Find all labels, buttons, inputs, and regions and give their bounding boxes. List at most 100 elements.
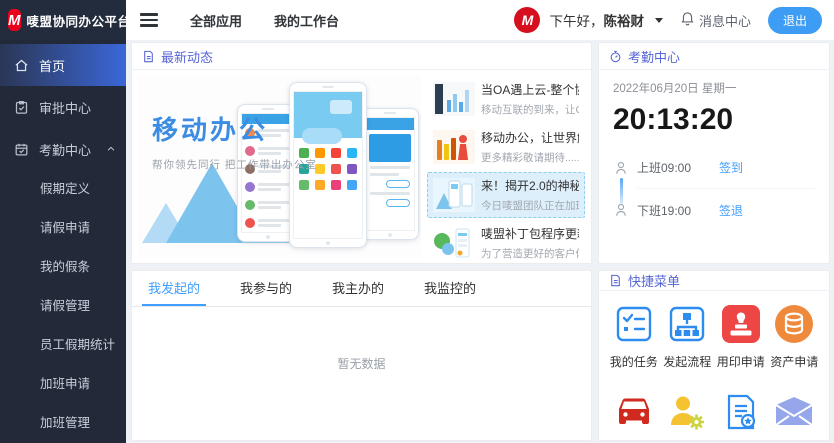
quick-item-my-tasks[interactable]: 我的任务 [607, 304, 661, 370]
person-icon [613, 160, 637, 176]
message-center-link[interactable]: 消息中心 [680, 11, 751, 30]
attendance-panel-header: 考勤中心 [599, 43, 829, 70]
check-in-row: 上班09:00 签到 [613, 147, 815, 189]
sidebar-item-label: 首页 [39, 56, 65, 75]
quick-item-meeting-apply[interactable]: 会议申请 [661, 392, 715, 441]
news-thumbnail [433, 130, 475, 164]
stamp-icon [720, 304, 762, 344]
news-title: 移动办公，让世界触手可 [481, 129, 579, 146]
brand-block: M 唛盟协同办公平台 [0, 0, 126, 40]
message-center-label: 消息中心 [699, 11, 751, 30]
header-right: M 下午好，陈裕财 消息中心 退出 [514, 0, 834, 40]
right-column: 考勤中心 2022年06月20日 星期一 20:13:20 上班09:00 签到 [598, 42, 830, 441]
quick-item-new-mail[interactable]: 新建邮件 [768, 392, 822, 441]
avatar[interactable]: M [514, 7, 540, 33]
check-in-link[interactable]: 签到 [719, 159, 743, 176]
quick-menu-grid: 我的任务 发起流程 用印申请 资产申请 [599, 291, 829, 441]
document-icon [609, 274, 622, 287]
news-body: 移动办公 帮你领先同行 把工作带出办公室 [132, 70, 591, 263]
sidebar: 首页 审批中心 考勤中心 假期定义 请假申请 我的假条 请假管理 员工假期统计 … [0, 40, 126, 443]
tab-hosted-by-me[interactable]: 我主办的 [332, 271, 384, 306]
banner-headline: 移动办公 [152, 110, 421, 147]
quick-item-label: 发起流程 [663, 353, 711, 370]
bell-icon [680, 11, 695, 29]
check-out-row: 下班19:00 签退 [613, 189, 815, 231]
greeting-text: 下午好，陈裕财 [549, 10, 644, 30]
news-panel-header: 最新动态 [132, 43, 591, 70]
menu-toggle-icon[interactable] [140, 13, 158, 27]
sidebar-sub-staff-holiday-stats[interactable]: 员工假期统计 [0, 326, 126, 365]
news-thumbnail [433, 226, 475, 260]
news-item-active[interactable]: 来！揭开2.0的神秘面纱- 今日唛盟团队正在加班加点， [427, 172, 585, 218]
sidebar-sub-overtime-apply[interactable]: 加班申请 [0, 365, 126, 404]
sidebar-sub-my-leave[interactable]: 我的假条 [0, 248, 126, 287]
quick-item-new-contract[interactable]: 新建合同 [714, 392, 768, 441]
asset-icon [773, 304, 815, 344]
sidebar-sub-leave-apply[interactable]: 请假申请 [0, 209, 126, 248]
check-in-label: 上班09:00 [637, 159, 691, 176]
attendance-panel-title: 考勤中心 [628, 47, 680, 66]
car-icon [613, 392, 655, 432]
clipboard-check-icon [14, 100, 29, 115]
check-out-link[interactable]: 签退 [719, 202, 743, 219]
quick-item-label: 用印申请 [717, 353, 765, 370]
quick-item-start-flow[interactable]: 发起流程 [661, 304, 715, 370]
sidebar-item-home[interactable]: 首页 [0, 44, 126, 86]
person-icon [613, 202, 637, 218]
quick-item-seal-apply[interactable]: 用印申请 [714, 304, 768, 370]
news-title: 来！揭开2.0的神秘面纱- [481, 177, 579, 194]
quick-menu-panel: 快捷菜单 我的任务 发起流程 用印申请 [598, 270, 830, 441]
chevron-up-icon [106, 144, 116, 154]
news-desc: 移动互联的到来，让OA与云 [481, 102, 579, 117]
quick-item-label: 资产申请 [770, 353, 818, 370]
news-title: 当OA遇上云-整个协同OA [481, 81, 579, 98]
attendance-panel: 考勤中心 2022年06月20日 星期一 20:13:20 上班09:00 签到 [598, 42, 830, 264]
mail-icon [773, 392, 815, 432]
flow-icon [666, 304, 708, 344]
empty-state-text: 暂无数据 [132, 307, 591, 372]
quick-item-asset-apply[interactable]: 资产申请 [768, 304, 822, 370]
greeting-prefix: 下午好， [549, 14, 603, 29]
stopwatch-icon [609, 50, 622, 63]
sidebar-item-label: 审批中心 [39, 98, 91, 117]
nav-all-apps[interactable]: 全部应用 [190, 11, 242, 30]
sidebar-sub-leave-manage[interactable]: 请假管理 [0, 287, 126, 326]
sidebar-item-label: 考勤中心 [39, 140, 91, 159]
sidebar-item-approval[interactable]: 审批中心 [0, 86, 126, 128]
contract-icon [720, 392, 762, 432]
attendance-date: 2022年06月20日 星期一 [613, 80, 815, 96]
logout-button[interactable]: 退出 [768, 7, 822, 34]
quick-item-label: 我的任务 [610, 353, 658, 370]
sidebar-item-attendance[interactable]: 考勤中心 [0, 128, 126, 170]
quick-menu-title: 快捷菜单 [628, 271, 680, 290]
tab-initiated-by-me[interactable]: 我发起的 [148, 271, 200, 306]
tab-monitored-by-me[interactable]: 我监控的 [424, 271, 476, 306]
app-title: 唛盟协同办公平台 [27, 11, 131, 30]
news-item[interactable]: 移动办公，让世界触手可更多精彩敬请期待........ [427, 124, 585, 170]
sidebar-sub-holiday-define[interactable]: 假期定义 [0, 170, 126, 209]
news-desc: 更多精彩敬请期待........ [481, 150, 579, 165]
news-panel-title: 最新动态 [161, 47, 213, 66]
my-workflow-panel: 我发起的 我参与的 我主办的 我监控的 暂无数据 [131, 270, 592, 441]
attendance-clock: 20:13:20 [613, 103, 815, 137]
attendance-body: 2022年06月20日 星期一 20:13:20 上班09:00 签到 [599, 70, 829, 241]
news-item[interactable]: 唛盟补丁包程序更新为了营造更好的客户体验，唛 [427, 220, 585, 266]
quick-menu-header: 快捷菜单 [599, 271, 829, 291]
news-item[interactable]: 当OA遇上云-整个协同OA 移动互联的到来，让OA与云 [427, 76, 585, 122]
main-column: 最新动态 移动办公 帮你领先同行 把工作带出办公室 [131, 42, 592, 441]
nav-my-workbench[interactable]: 我的工作台 [274, 11, 339, 30]
calendar-check-icon [14, 142, 29, 157]
news-thumbnail [433, 178, 475, 212]
news-banner[interactable]: 移动办公 帮你领先同行 把工作带出办公室 [138, 76, 421, 257]
tab-participated-by-me[interactable]: 我参与的 [240, 271, 292, 306]
page-body: 首页 审批中心 考勤中心 假期定义 请假申请 我的假条 请假管理 员工假期统计 … [0, 40, 834, 443]
top-header: M 唛盟协同办公平台 全部应用 我的工作台 M 下午好，陈裕财 消息中心 退出 [0, 0, 834, 40]
check-out-label: 下班19:00 [637, 202, 691, 219]
timeline-connector [620, 178, 623, 204]
chevron-down-icon[interactable] [655, 18, 663, 23]
quick-item-vehicle-apply[interactable]: 用车申请 [607, 392, 661, 441]
sidebar-sub-overtime-manage[interactable]: 加班管理 [0, 404, 126, 443]
latest-news-panel: 最新动态 移动办公 帮你领先同行 把工作带出办公室 [131, 42, 592, 264]
news-desc: 今日唛盟团队正在加班加点， [481, 198, 579, 213]
banner-subline: 帮你领先同行 把工作带出办公室 [152, 157, 421, 172]
